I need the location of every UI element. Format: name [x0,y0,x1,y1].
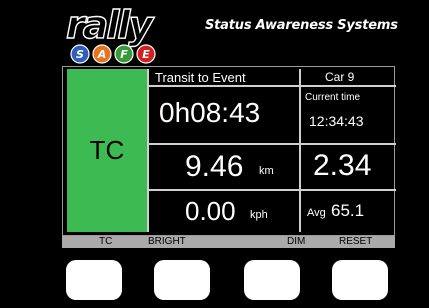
logo-letter-s: S [76,48,84,61]
grid-divider [299,69,301,232]
current-time: 12:34:43 [309,113,364,129]
bright-button[interactable] [154,260,210,300]
grid-divider [147,69,149,232]
avg-label: Avg [307,207,326,219]
stage-label: Transit to Event [155,70,246,85]
speed-unit: kph [250,209,268,221]
current-time-label: Current time [305,92,361,103]
speed-value: 0.00 [185,196,236,226]
grid-divider [147,189,396,191]
logo-safe-badges: S A F E [70,44,156,64]
dim-button[interactable] [244,260,300,300]
elapsed-time: 0h08:43 [159,97,261,128]
distance-unit: km [259,165,274,177]
grid-divider [147,85,396,87]
softkey-label-bright: BRIGHT [148,236,186,247]
distance-value: 9.46 [185,150,244,183]
car-label: Car 9 [325,70,355,84]
avg-value: 65.1 [331,201,365,220]
tagline: Status Awareness Systems [205,18,398,33]
softkey-label-tc: TC [99,236,113,247]
grid-divider [147,143,396,145]
logo-letter-e: E [142,48,150,61]
right-value: 2.34 [313,149,372,182]
logo-letter-f: F [120,48,128,61]
reset-button[interactable] [332,260,388,300]
rally-safe-device: rally S A F E Status Awareness Systems T… [0,0,429,308]
softkey-label-reset: RESET [339,236,373,247]
display-screen: TC Transit to Event Car 9 0h08:43 Curren… [62,66,396,236]
mode-label: TC [89,135,125,165]
softkey-label-dim: DIM [287,236,306,247]
mode-panel: TC [67,69,147,232]
rally-safe-logo: rally S A F E [65,4,158,64]
tc-button[interactable] [66,260,122,300]
logo-letter-a: A [97,48,107,61]
softkey-label-bar: TC BRIGHT DIM RESET [62,236,395,248]
logo-wordmark: rally [66,4,155,47]
